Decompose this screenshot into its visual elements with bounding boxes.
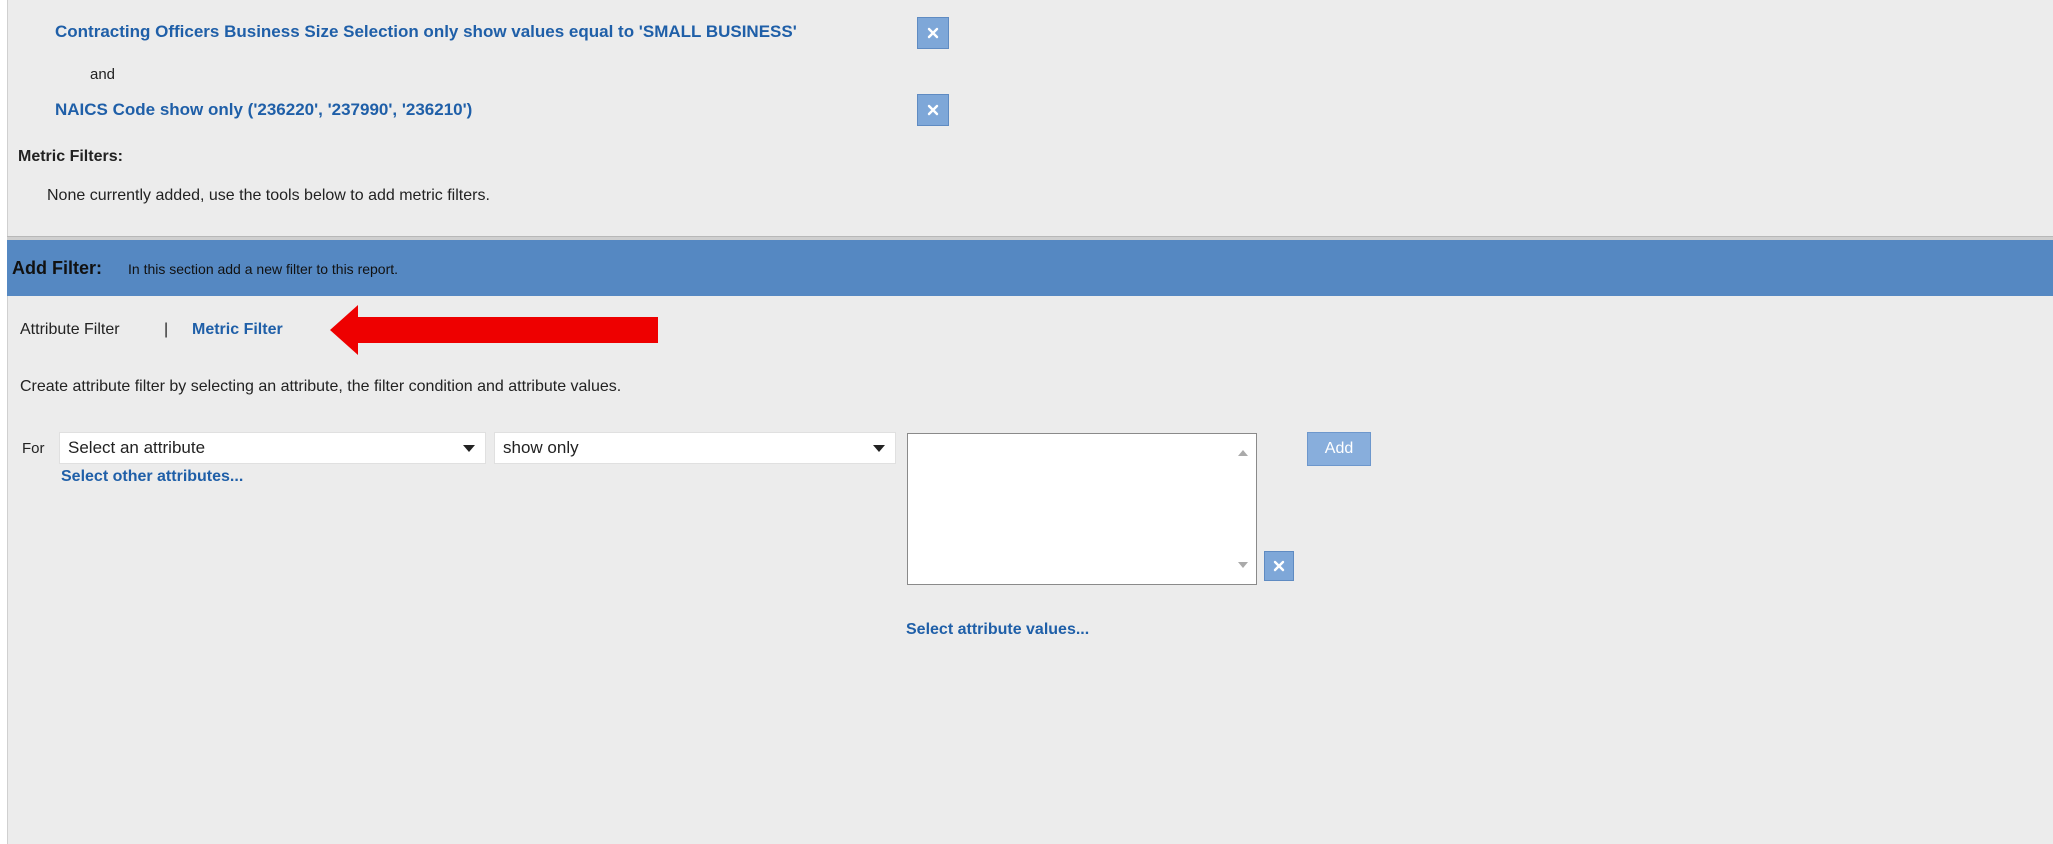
remove-filter-button[interactable] xyxy=(917,17,949,49)
attribute-filter-link-naics[interactable]: NAICS Code show only ('236220', '237990'… xyxy=(55,100,472,120)
conjunction-label: and xyxy=(90,66,116,83)
add-filter-description: In this section add a new filter to this… xyxy=(128,261,399,277)
condition-select[interactable]: show only xyxy=(494,432,896,464)
metric-filters-heading: Metric Filters: xyxy=(18,148,123,165)
add-filter-header: Add Filter: In this section add a new fi… xyxy=(7,240,2053,296)
tab-attribute-filter[interactable]: Attribute Filter xyxy=(20,321,120,339)
tab-metric-filter[interactable]: Metric Filter xyxy=(192,321,283,339)
scroll-up-icon[interactable] xyxy=(1238,450,1248,456)
filter-panel xyxy=(7,0,2053,844)
condition-select-value: show only xyxy=(503,438,579,457)
close-icon xyxy=(1273,560,1285,572)
remove-filter-button[interactable] xyxy=(917,94,949,126)
close-icon xyxy=(927,27,939,39)
add-filter-title: Add Filter: xyxy=(12,258,102,278)
attribute-select[interactable]: Select an attribute xyxy=(59,432,486,464)
attribute-filter-link-business-size[interactable]: Contracting Officers Business Size Selec… xyxy=(55,22,797,42)
metric-filters-empty-text: None currently added, use the tools belo… xyxy=(47,187,490,204)
annotation-arrow xyxy=(330,305,660,355)
add-button[interactable]: Add xyxy=(1307,432,1371,466)
scroll-down-icon[interactable] xyxy=(1238,562,1248,568)
tab-separator: | xyxy=(164,321,169,338)
select-attribute-values-link[interactable]: Select attribute values... xyxy=(906,621,1089,639)
attribute-filter-instructions: Create attribute filter by selecting an … xyxy=(20,378,622,395)
chevron-down-icon xyxy=(873,445,885,452)
close-icon xyxy=(927,104,939,116)
attribute-values-listbox[interactable] xyxy=(907,433,1257,585)
select-other-attributes-link[interactable]: Select other attributes... xyxy=(61,468,243,486)
chevron-down-icon xyxy=(463,445,475,452)
for-label: For xyxy=(22,440,45,457)
attribute-select-value: Select an attribute xyxy=(68,438,206,457)
clear-values-button[interactable] xyxy=(1264,551,1294,581)
